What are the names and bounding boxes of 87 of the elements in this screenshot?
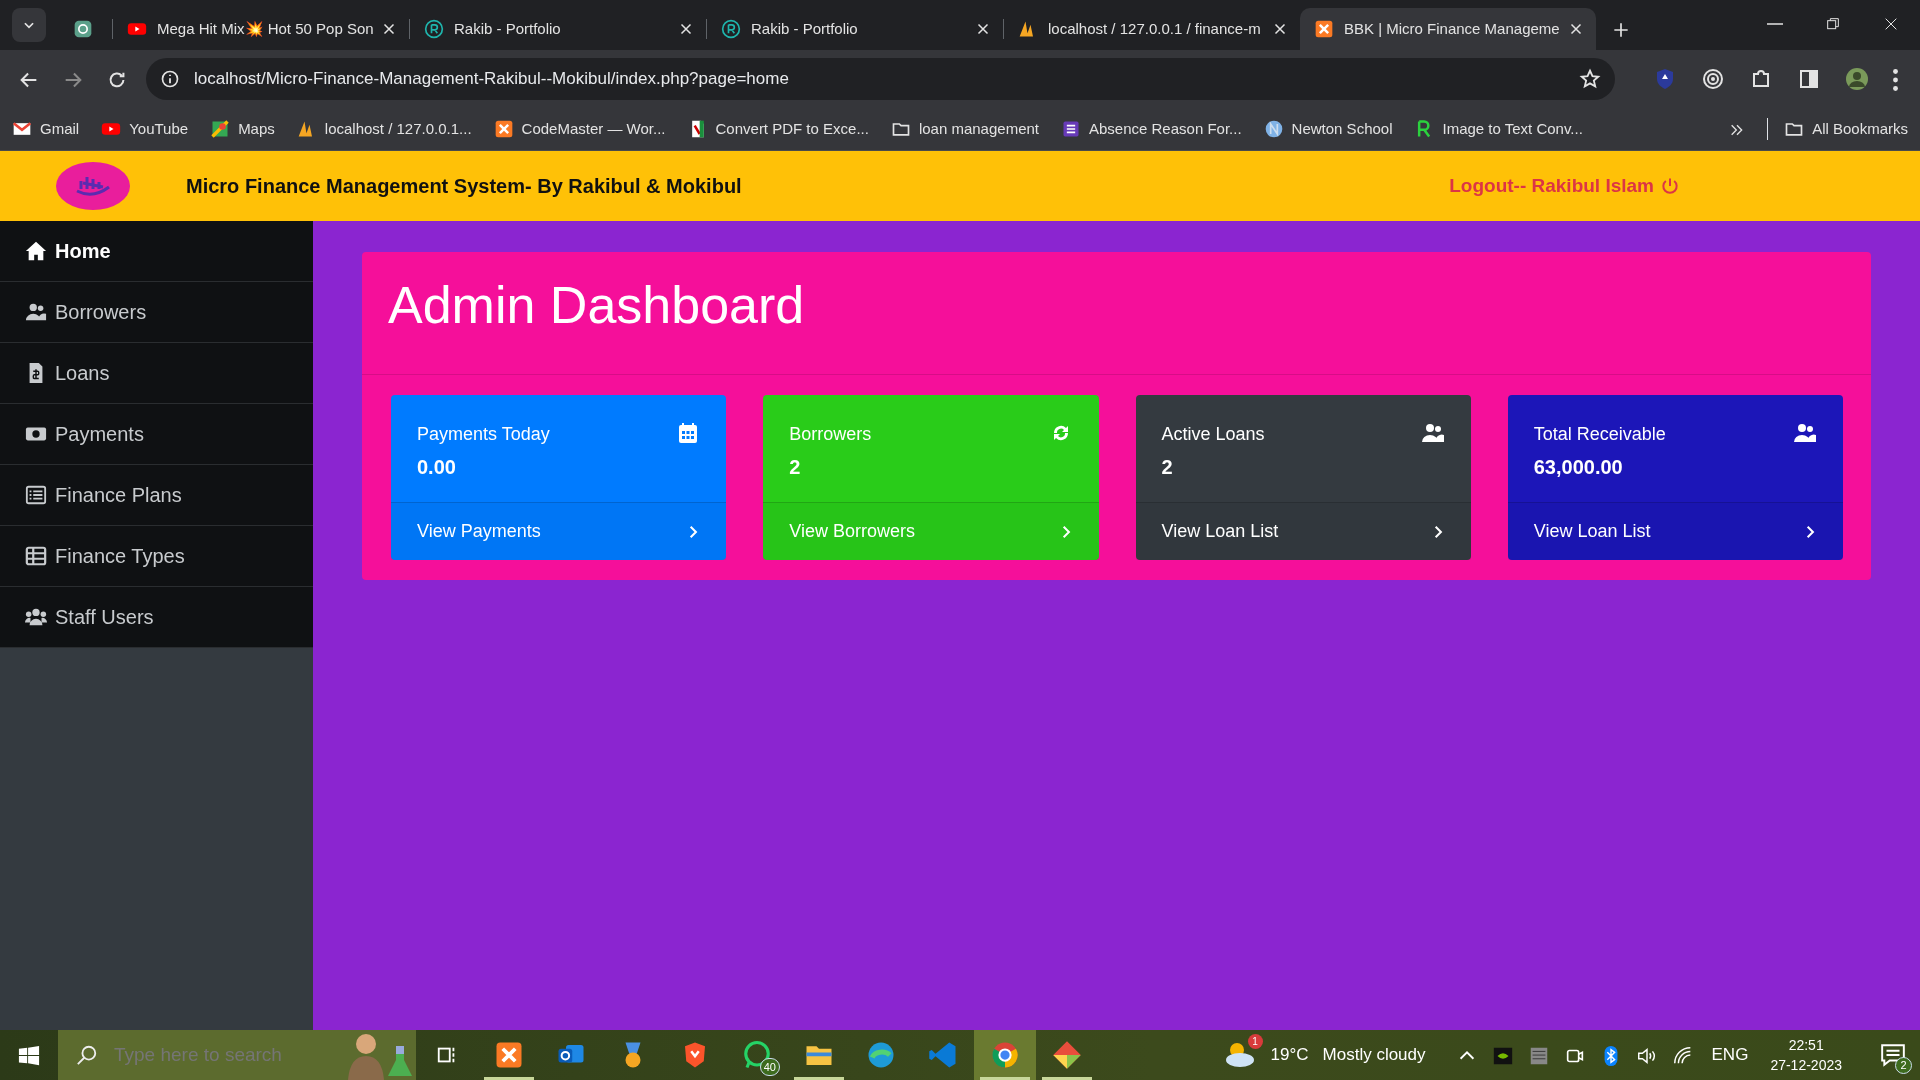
power-icon	[1660, 176, 1680, 196]
bookmark-link[interactable]: Newton School	[1263, 117, 1393, 141]
clock-time: 22:51	[1787, 1035, 1825, 1055]
form-list-icon	[1061, 119, 1081, 139]
stat-label: Active Loans	[1161, 423, 1265, 447]
star-icon	[1579, 68, 1601, 90]
alert-badge: 1	[1247, 1034, 1263, 1049]
letter-r-icon	[424, 19, 444, 39]
close-icon	[1274, 23, 1286, 35]
close-icon	[383, 23, 395, 35]
search-field[interactable]: Type here to search	[112, 1039, 322, 1071]
browser-tab[interactable]: Mega Hit Mix💥 Hot 50 Pop Son	[113, 8, 409, 50]
sidebar-item[interactable]: Payments	[0, 404, 313, 465]
app-title: Micro Finance Management System- By Rakibul & Mokibul	[186, 174, 742, 199]
x-logo-icon	[494, 1040, 524, 1070]
browser-swirl-icon	[866, 1040, 896, 1070]
stat-value: 2	[789, 455, 802, 481]
table-icon	[25, 545, 47, 567]
weather-text: Mostly cloudy	[1322, 1044, 1426, 1067]
logo-icon	[55, 161, 131, 211]
all-bookmarks-button[interactable]: All Bookmarks	[1767, 117, 1908, 141]
browser-tab[interactable]: localhost / 127.0.0.1 / finance-m	[1004, 8, 1300, 50]
bookmark-link[interactable]: Convert PDF to Exce...	[687, 117, 869, 141]
avatar-icon	[1845, 67, 1869, 92]
address-bar[interactable]: localhost/Micro-Finance-Management-Rakibul--Mokibul/index.php?page=home	[146, 58, 1615, 100]
bookmark-link[interactable]: localhost / 127.0.0.1...	[296, 117, 472, 141]
card-link[interactable]: View Loan List	[1135, 502, 1471, 561]
sidebar-item[interactable]: Finance Plans	[0, 465, 313, 526]
temperature-text: 19°C	[1270, 1044, 1309, 1067]
search-icon	[76, 1044, 98, 1066]
info-icon	[160, 69, 180, 89]
sidebar-item[interactable]: Home	[0, 221, 313, 282]
sidebar-item[interactable]: Borrowers	[0, 282, 313, 343]
x-logo-icon	[1314, 19, 1334, 39]
users-icon	[25, 606, 47, 628]
close-icon	[1570, 23, 1582, 35]
chrome-icon	[990, 1040, 1020, 1070]
toolbar-button[interactable]	[1845, 66, 1869, 92]
card-link[interactable]: View Payments	[391, 502, 727, 561]
browser-tab[interactable]: Rakib - Portfolio	[410, 8, 706, 50]
sidebar-item[interactable]: Loans	[0, 343, 313, 404]
browser-tab[interactable]: Rakib - Portfolio	[707, 8, 1003, 50]
plus-icon	[1613, 21, 1629, 38]
stat-label: Total Receivable	[1533, 423, 1666, 447]
taskbar-app-button[interactable]: 40	[726, 1030, 788, 1080]
x-logo-icon	[493, 119, 514, 139]
taskbar-search-bar[interactable]: Type here to search	[58, 1030, 416, 1080]
home-icon	[25, 240, 47, 262]
bookmark-link[interactable]: Maps	[210, 117, 275, 141]
message-icon	[1880, 1042, 1906, 1069]
target-icon	[1701, 67, 1725, 92]
bookmark-link[interactable]: loan management	[890, 117, 1039, 141]
notifications-button[interactable]	[1880, 1042, 1906, 1069]
toolbar-button[interactable]	[1893, 67, 1898, 91]
card-link[interactable]: View Loan List	[1507, 502, 1843, 561]
users-icon	[25, 301, 47, 323]
minimize-icon	[1767, 22, 1783, 25]
diamond-tools-icon	[1052, 1040, 1082, 1070]
bookmark-link[interactable]: Gmail	[12, 117, 80, 141]
tab-list-button[interactable]	[12, 8, 46, 42]
bookmark-link[interactable]: YouTube	[101, 117, 189, 141]
stat-value: 0.00	[417, 455, 457, 481]
close-icon	[977, 23, 989, 35]
language-indicator[interactable]: ENG	[1711, 1042, 1749, 1068]
bookmark-link[interactable]: Absence Reason For...	[1061, 117, 1242, 141]
dashboard-title: Admin Dashboard	[362, 252, 1871, 376]
code-editor-icon	[928, 1040, 958, 1070]
stat-value: 2	[1161, 455, 1174, 481]
sidebar-item[interactable]: Staff Users	[0, 587, 313, 648]
count-badge: 2	[1895, 1057, 1912, 1075]
toolbar-button[interactable]	[1701, 66, 1725, 92]
clock-date: 27-12-2023	[1770, 1056, 1842, 1075]
windows-logo-icon	[18, 1044, 40, 1067]
browser-tab[interactable]: BBK | Micro Finance Manageme	[1300, 8, 1596, 50]
stat-label: Payments Today	[417, 423, 550, 447]
close-icon	[680, 23, 692, 35]
map-pin-icon	[210, 119, 231, 139]
kebab-menu-icon	[1893, 68, 1898, 91]
stat-label: Borrowers	[789, 423, 872, 447]
bookmark-link[interactable]: CodeMaster — Wor...	[493, 117, 666, 141]
restore-icon	[1825, 15, 1841, 32]
letter-r-icon	[721, 19, 741, 39]
stat-value: 63,000.00	[1533, 455, 1624, 481]
bookmark-link[interactable]: Image to Text Conv...	[1414, 117, 1583, 141]
sidebar-item[interactable]: Finance Types	[0, 526, 313, 587]
count-badge: 40	[759, 1057, 780, 1076]
list-icon	[25, 484, 47, 506]
